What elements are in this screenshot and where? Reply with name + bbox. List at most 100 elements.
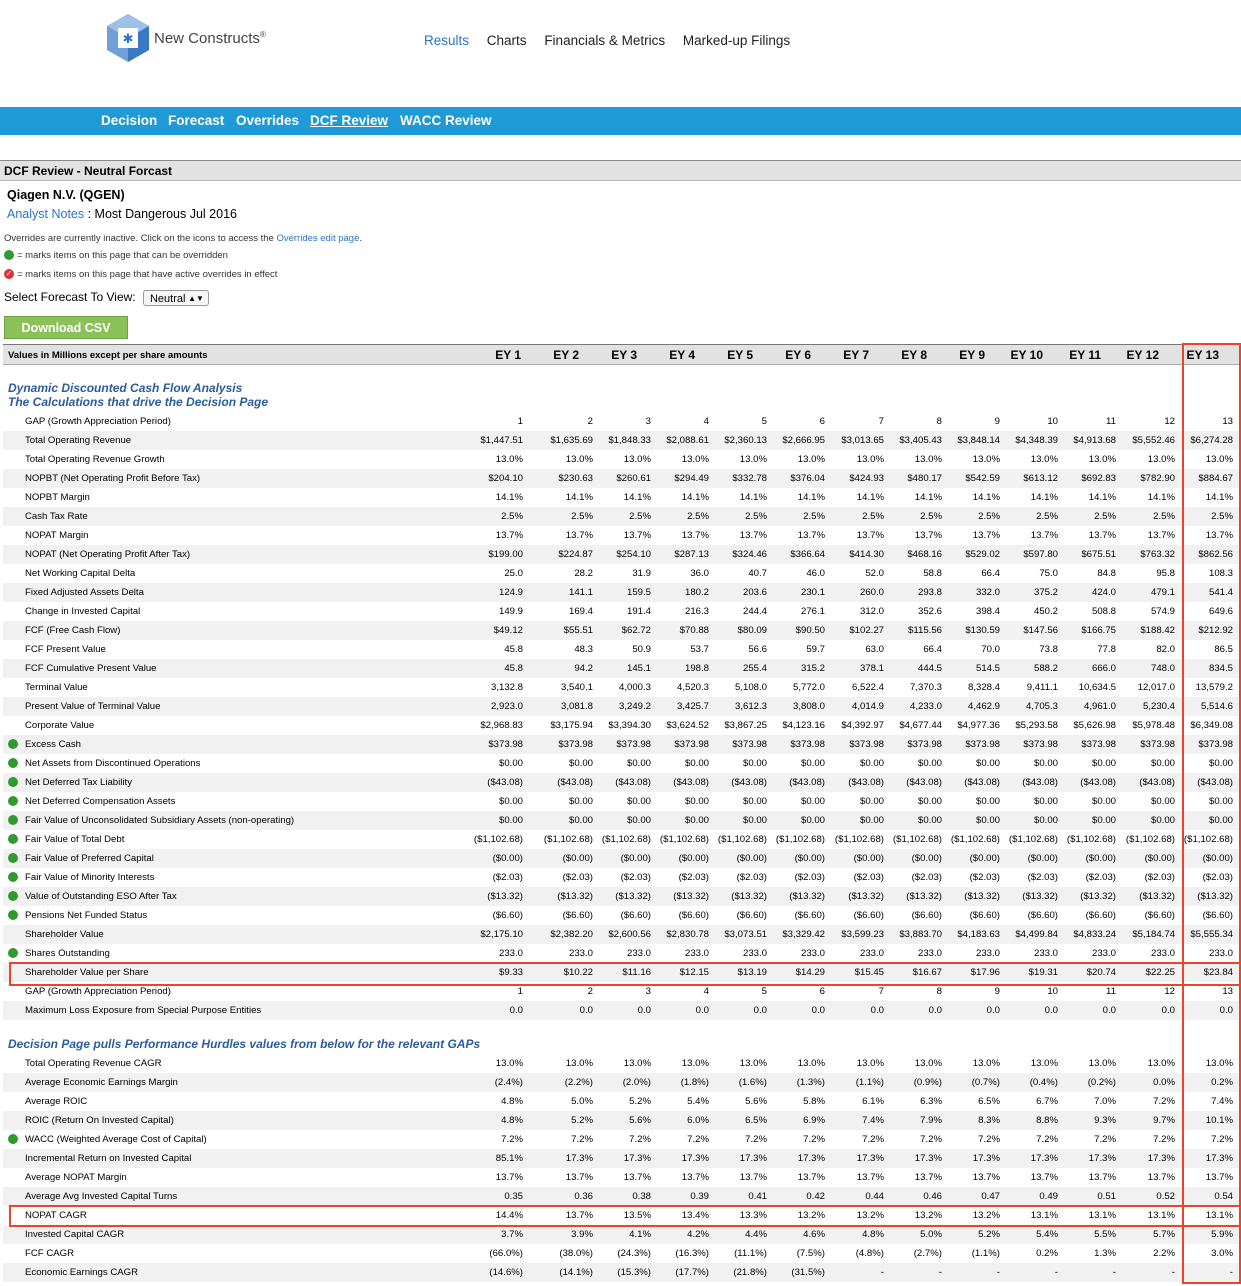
cell-value: ($13.32) <box>848 891 884 902</box>
row-label: Terminal Value <box>25 682 88 693</box>
nav-charts[interactable]: Charts <box>487 33 527 48</box>
cell-value: $0.00 <box>742 815 767 826</box>
cell-value: 6 <box>819 416 825 427</box>
override-dot-icon[interactable] <box>8 891 18 901</box>
cell-value: ($6.60) <box>911 910 942 921</box>
cell-value: ($2.03) <box>1144 872 1175 883</box>
cell-value: ($0.00) <box>1144 853 1175 864</box>
tab-overrides[interactable]: Overrides <box>236 113 299 128</box>
cell-value: 3 <box>645 416 651 427</box>
tab-forecast[interactable]: Forecast <box>168 113 224 128</box>
cell-value: 2.5% <box>687 511 709 522</box>
forecast-select[interactable]: Neutral ▲▼ <box>142 290 209 306</box>
column-header-ey-1: EY 1 <box>495 348 521 362</box>
cell-value: - <box>1171 1267 1175 1278</box>
new-constructs-logo-icon[interactable]: ✱ <box>104 12 152 64</box>
cell-value: 159.5 <box>626 587 651 598</box>
override-dot-icon[interactable] <box>8 853 18 863</box>
table-row: Average NOPAT Margin 13.7% 13.7% 13.7% 13.7%… <box>3 1168 1239 1187</box>
cell-value: $373.98 <box>907 739 942 750</box>
cell-value: $3,867.25 <box>724 720 767 731</box>
cell-value: $0.00 <box>626 815 651 826</box>
cell-value: 233.0 <box>498 948 523 959</box>
cell-value: 7.0% <box>1094 1096 1116 1107</box>
cell-value: 5.0% <box>571 1096 593 1107</box>
download-csv-button[interactable]: Download CSV <box>4 316 128 339</box>
table-row: Excess Cash $373.98 $373.98 $373.98 $373.98 $… <box>3 735 1239 754</box>
cell-value: 13.0% <box>681 1058 709 1069</box>
override-dot-icon[interactable] <box>8 948 18 958</box>
cell-value: 95.8 <box>1156 568 1175 579</box>
cell-value: ($2.03) <box>794 872 825 883</box>
cell-value: ($1,102.68) <box>659 834 709 845</box>
column-header-ey-8: EY 8 <box>901 348 927 362</box>
overrides-note-end: . <box>359 233 363 244</box>
cell-value: 4,462.9 <box>967 701 1000 712</box>
cell-value: ($43.08) <box>673 777 709 788</box>
cell-value: 66.4 <box>923 644 942 655</box>
override-dot-icon[interactable] <box>8 872 18 882</box>
override-dot-icon[interactable] <box>8 834 18 844</box>
cell-value: 0.41 <box>748 1191 767 1202</box>
cell-value: 13.7% <box>739 530 767 541</box>
nav-results[interactable]: Results <box>424 33 469 48</box>
cell-value: 293.8 <box>917 587 942 598</box>
table-row: Change in Invested Capital 149.9 169.4 191.… <box>3 602 1239 621</box>
override-dot-icon[interactable] <box>8 758 18 768</box>
nav-financials-metrics[interactable]: Financials & Metrics <box>544 33 665 48</box>
cell-value: ($1,102.68) <box>834 834 884 845</box>
cell-value: 9,411.1 <box>1026 682 1058 693</box>
row-label: Cash Tax Rate <box>25 511 88 522</box>
cell-value: ($13.32) <box>731 891 767 902</box>
cell-value: 4.6% <box>803 1229 825 1240</box>
cell-value: 13.0% <box>623 454 651 465</box>
override-dot-icon[interactable] <box>8 910 18 920</box>
table-row: FCF (Free Cash Flow) $49.12 $55.51 $62.72 $7… <box>3 621 1239 640</box>
row-label: Pensions Net Funded Status <box>25 910 148 921</box>
cell-value: 14.1% <box>739 492 767 503</box>
analyst-notes-link[interactable]: Analyst Notes <box>7 207 84 221</box>
tab-dcf-review[interactable]: DCF Review <box>310 113 388 128</box>
cell-value: 748.0 <box>1150 663 1175 674</box>
cell-value: 4.8% <box>501 1096 523 1107</box>
tab-wacc-review[interactable]: WACC Review <box>400 113 492 128</box>
cell-value: $324.46 <box>732 549 767 560</box>
cell-value: ($43.08) <box>731 777 767 788</box>
cell-value: 2.5% <box>745 511 767 522</box>
override-dot-icon[interactable] <box>8 796 18 806</box>
cell-value: (2.2%) <box>564 1077 593 1088</box>
cell-value: $0.00 <box>742 758 767 769</box>
cell-value: 13.0% <box>856 454 884 465</box>
cell-value: 1 <box>517 416 523 427</box>
cell-value: 13.0% <box>565 1058 593 1069</box>
cell-value: $373.98 <box>674 739 709 750</box>
cell-value: 4,014.9 <box>851 701 884 712</box>
cell-value: 13.0% <box>495 454 523 465</box>
cell-value: 0.36 <box>574 1191 593 1202</box>
override-dot-icon[interactable] <box>8 1134 18 1144</box>
row-label: Present Value of Terminal Value <box>25 701 161 712</box>
cell-value: 58.8 <box>923 568 942 579</box>
override-dot-icon[interactable] <box>8 739 18 749</box>
nav-marked-up-filings[interactable]: Marked-up Filings <box>683 33 790 48</box>
cell-value: 7.2% <box>501 1134 523 1145</box>
cell-value: 5,230.4 <box>1142 701 1175 712</box>
cell-value: ($43.08) <box>557 777 593 788</box>
cell-value: (1.1%) <box>855 1077 884 1088</box>
override-dot-icon[interactable] <box>8 815 18 825</box>
cell-value: ($43.08) <box>1080 777 1116 788</box>
tab-decision[interactable]: Decision <box>101 113 157 128</box>
analyst-notes-text: : Most Dangerous Jul 2016 <box>84 207 237 221</box>
override-dot-icon[interactable] <box>8 777 18 787</box>
section-title: DCF Review - Neutral Forcast <box>0 160 1241 181</box>
cell-value: 13.0% <box>972 454 1000 465</box>
cell-value: 2.5% <box>501 511 523 522</box>
cell-value: $0.00 <box>1091 758 1116 769</box>
overrides-edit-link[interactable]: Overrides edit page <box>276 233 359 244</box>
cell-value: $2,382.20 <box>550 929 593 940</box>
cell-value: (1.6%) <box>738 1077 767 1088</box>
cell-value: 2.5% <box>571 511 593 522</box>
cell-value: 4 <box>703 416 709 427</box>
cell-value: 6.0% <box>687 1115 709 1126</box>
cell-value: 260.0 <box>859 587 884 598</box>
